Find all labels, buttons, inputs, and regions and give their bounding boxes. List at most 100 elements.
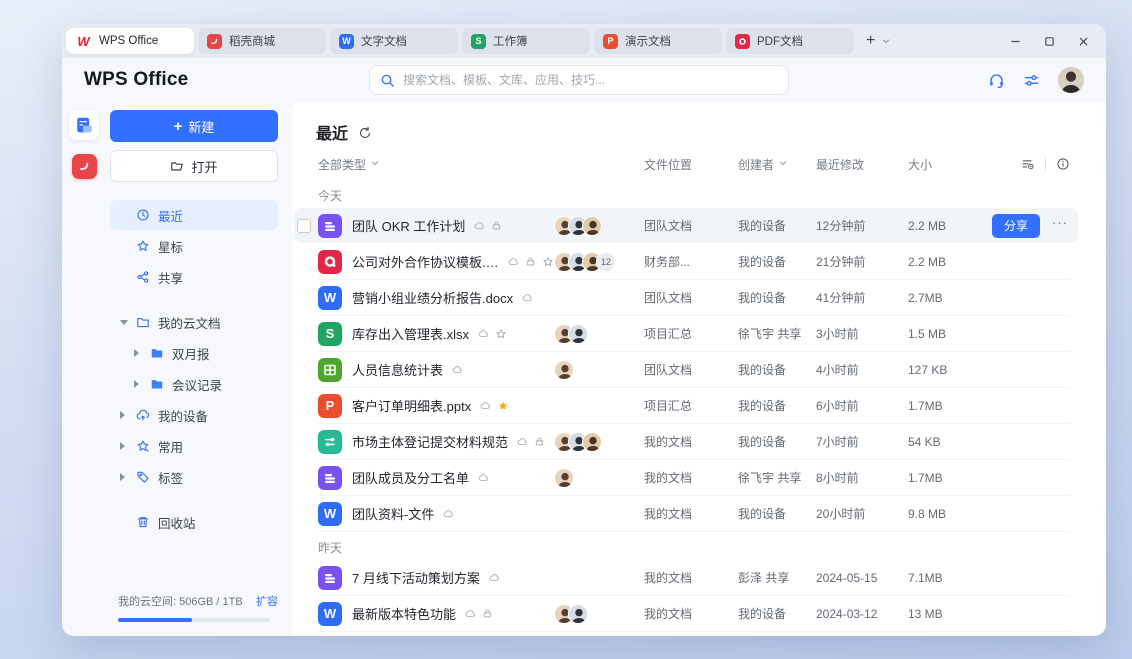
file-name[interactable]: 人员信息统计表 xyxy=(352,360,443,379)
documents-rail-icon[interactable] xyxy=(69,110,99,140)
collaborator-avatar[interactable] xyxy=(568,604,588,624)
file-type-word-icon: W xyxy=(318,502,342,526)
tab-ppt[interactable]: P演示文档 xyxy=(594,28,722,54)
sidebar-nav: 最近星标共享我的云文档双月报会议记录我的设备常用标签回收站 xyxy=(110,200,278,593)
column-size[interactable]: 大小 xyxy=(908,156,974,173)
sidebar: + 新建 打开 最近星标共享我的云文档双月报会议记录我的设备常用标签回收站 我的… xyxy=(106,102,292,636)
sidebar-item-label: 常用 xyxy=(158,437,183,456)
maximize-button[interactable] xyxy=(1042,34,1056,48)
search-box[interactable] xyxy=(369,65,789,95)
sidebar-item-label: 我的设备 xyxy=(158,406,208,425)
file-name[interactable]: 市场主体登记提交材料规范 xyxy=(352,432,508,451)
collaborator-avatar[interactable] xyxy=(582,216,602,236)
plus-icon: + xyxy=(174,118,183,135)
sidebar-item-label: 回收站 xyxy=(158,513,196,532)
row-checkbox[interactable] xyxy=(297,219,311,233)
docer-rail-icon[interactable] xyxy=(72,154,97,179)
close-button[interactable] xyxy=(1076,34,1090,48)
collaborator-avatar[interactable] xyxy=(554,360,574,380)
tab-wps[interactable]: WWPS Office xyxy=(66,28,194,54)
file-name[interactable]: 7 月线下活动策划方案 xyxy=(352,568,480,587)
column-creator[interactable]: 创建者 xyxy=(730,156,816,173)
file-row[interactable]: 公司对外合作协议模板.pdf12财务部...我的设备21分钟前2.2 MB xyxy=(318,244,1070,280)
file-name[interactable]: 最新版本特色功能 xyxy=(352,604,456,623)
type-filter[interactable]: 全部类型 xyxy=(318,156,554,173)
expand-collapse-icon[interactable] xyxy=(120,320,128,325)
tab-docer[interactable]: 稻壳商城 xyxy=(198,28,326,54)
file-creator: 我的设备 xyxy=(730,361,816,378)
star-badge-icon xyxy=(136,439,150,453)
collaborators-cell xyxy=(554,432,636,452)
more-options-button[interactable]: ··· xyxy=(1052,216,1068,235)
file-location: 团队文档 xyxy=(636,217,730,234)
file-name-cell: S库存出入管理表.xlsx xyxy=(318,322,554,346)
column-modified[interactable]: 最近修改 xyxy=(816,156,908,173)
file-row[interactable]: W最新版本特色功能我的文档我的设备2024-03-1213 MB xyxy=(318,596,1070,632)
cloud-storage: 我的云空间: 506GB / 1TB 扩容 xyxy=(110,593,278,622)
ppt-file-icon: P xyxy=(603,34,618,49)
file-row[interactable]: P客户订单明细表.pptx项目汇总我的设备6小时前1.7MB xyxy=(318,388,1070,424)
sidebar-item-device[interactable]: 我的设备 xyxy=(110,400,278,430)
star-filled-badge-icon[interactable] xyxy=(497,400,509,412)
settings-sliders-icon[interactable] xyxy=(1023,72,1040,89)
sidebar-item-folder[interactable]: 会议记录 xyxy=(110,369,278,399)
file-name[interactable]: 库存出入管理表.xlsx xyxy=(352,324,469,343)
new-tab-button[interactable]: + xyxy=(866,33,875,49)
star-badge-icon[interactable] xyxy=(495,328,507,340)
star-badge-icon[interactable] xyxy=(542,256,554,268)
new-document-button[interactable]: + 新建 xyxy=(110,110,278,142)
support-headset-icon[interactable] xyxy=(988,72,1005,89)
collaborator-avatar[interactable] xyxy=(568,324,588,344)
collaborator-avatar[interactable] xyxy=(554,468,574,488)
info-icon[interactable] xyxy=(1056,157,1070,171)
cloud-badge-icon xyxy=(508,256,519,267)
expand-arrow-icon[interactable] xyxy=(120,473,125,481)
file-name[interactable]: 客户订单明细表.pptx xyxy=(352,396,471,415)
file-name[interactable]: 团队成员及分工名单 xyxy=(352,468,469,487)
expand-storage-link[interactable]: 扩容 xyxy=(256,593,278,609)
sidebar-item-folder[interactable]: 双月报 xyxy=(110,338,278,368)
file-name[interactable]: 公司对外合作协议模板.pdf xyxy=(352,252,499,271)
file-name[interactable]: 团队 OKR 工作计划 xyxy=(352,216,465,235)
sidebar-item-cloud-folder[interactable]: 我的云文档 xyxy=(110,307,278,337)
share-button[interactable]: 分享 xyxy=(992,214,1040,238)
collaborator-count-badge[interactable]: 12 xyxy=(596,252,616,272)
tab-list-chevron-icon[interactable] xyxy=(881,36,891,46)
sidebar-item-tag[interactable]: 标签 xyxy=(110,462,278,492)
tab-pdf[interactable]: PDF文档 xyxy=(726,28,854,54)
refresh-icon[interactable] xyxy=(358,126,372,140)
expand-arrow-icon[interactable] xyxy=(134,349,139,357)
file-name[interactable]: 团队资料-文件 xyxy=(352,504,434,523)
file-row[interactable]: 7 月线下活动策划方案我的文档彭泽 共享2024-05-157.1MB xyxy=(318,560,1070,596)
nav-spacer xyxy=(110,493,278,507)
file-row[interactable]: 团队成员及分工名单我的文档徐飞宇 共享8小时前1.7MB xyxy=(318,460,1070,496)
user-avatar[interactable] xyxy=(1058,67,1084,93)
sidebar-item-star-badge[interactable]: 常用 xyxy=(110,431,278,461)
display-settings-icon[interactable] xyxy=(1021,157,1035,171)
expand-arrow-icon[interactable] xyxy=(120,442,125,450)
sidebar-item-share[interactable]: 共享 xyxy=(110,262,278,292)
tab-sheet[interactable]: S工作簿 xyxy=(462,28,590,54)
file-row[interactable]: S库存出入管理表.xlsx项目汇总徐飞宇 共享3小时前1.5 MB xyxy=(318,316,1070,352)
tab-label: WPS Office xyxy=(99,35,158,47)
tab-word[interactable]: W文字文档 xyxy=(330,28,458,54)
column-location[interactable]: 文件位置 xyxy=(636,156,730,173)
file-creator: 我的设备 xyxy=(730,217,816,234)
file-name[interactable]: 营销小组业绩分析报告.docx xyxy=(352,288,513,307)
file-modified: 20小时前 xyxy=(816,505,908,522)
file-row[interactable]: 人员信息统计表团队文档我的设备4小时前127 KB xyxy=(318,352,1070,388)
expand-arrow-icon[interactable] xyxy=(134,380,139,388)
sidebar-item-clock[interactable]: 最近 xyxy=(110,200,278,230)
collaborator-avatar[interactable] xyxy=(582,432,602,452)
expand-arrow-icon[interactable] xyxy=(120,411,125,419)
sidebar-item-star[interactable]: 星标 xyxy=(110,231,278,261)
file-location: 我的文档 xyxy=(636,469,730,486)
search-input[interactable] xyxy=(403,73,778,87)
minimize-button[interactable] xyxy=(1008,34,1022,48)
file-row[interactable]: W营销小组业绩分析报告.docx团队文档我的设备41分钟前2.7MB xyxy=(318,280,1070,316)
file-row[interactable]: W团队资料-文件我的文档我的设备20小时前9.8 MB xyxy=(318,496,1070,532)
file-row[interactable]: 市场主体登记提交材料规范我的文档我的设备7小时前54 KB xyxy=(318,424,1070,460)
open-document-button[interactable]: 打开 xyxy=(110,150,278,182)
sidebar-item-trash[interactable]: 回收站 xyxy=(110,507,278,537)
file-row[interactable]: 团队 OKR 工作计划团队文档我的设备12分钟前2.2 MB分享··· xyxy=(318,208,1070,244)
